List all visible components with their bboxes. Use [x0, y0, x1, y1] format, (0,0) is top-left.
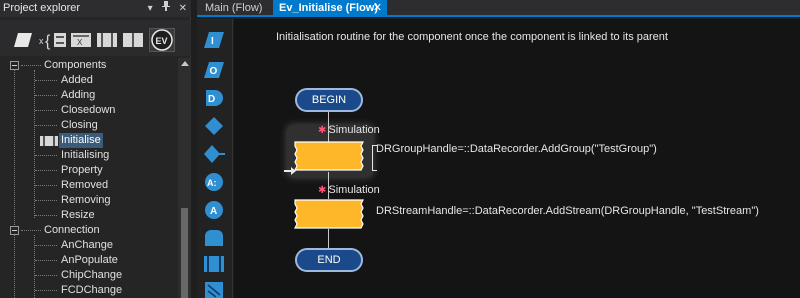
loop-icon[interactable] — [203, 227, 225, 249]
tree-item-label: Closedown — [61, 104, 116, 116]
macro-call-icon[interactable] — [203, 253, 225, 275]
flowchart-canvas[interactable]: Initialisation routine for the component… — [234, 19, 800, 298]
end-terminal[interactable]: END — [295, 248, 363, 272]
event-icon[interactable]: EV — [149, 28, 175, 52]
tree-item-removed[interactable]: Removed — [0, 178, 178, 193]
icon-palette: I O D A: A — [197, 19, 233, 298]
tree-node-label: Components — [44, 59, 107, 71]
tree-item-removing[interactable]: Removing — [0, 193, 178, 208]
simulation-star-icon: ✱ — [318, 185, 327, 196]
variable-icon[interactable]: x{ — [38, 30, 68, 50]
tree-item-fcdchange[interactable]: FCDChange — [0, 283, 178, 298]
tree-item-closing[interactable]: Closing — [0, 118, 178, 133]
svg-text:A: A — [210, 206, 217, 217]
command-code: DRStreamHandle=::DataRecorder.AddStream(… — [376, 205, 759, 217]
connection-point-icon[interactable] — [203, 279, 225, 298]
tab-label: Ev_Initialise (Flow) — [279, 2, 379, 14]
tree-item-label: AnPopulate — [61, 254, 118, 266]
switch-icon[interactable] — [203, 143, 225, 165]
begin-label: BEGIN — [311, 94, 347, 106]
tree-item-added[interactable]: Added — [0, 73, 178, 88]
calculation-command-1[interactable] — [294, 141, 364, 171]
tree-item-anpopulate[interactable]: AnPopulate — [0, 253, 178, 268]
tree-item-label: Resize — [61, 209, 95, 221]
project-explorer-toolbar: x{ X EV — [0, 20, 191, 56]
macro-description: Initialisation routine for the component… — [276, 31, 668, 43]
tree-item-adding[interactable]: Adding — [0, 88, 178, 103]
tree-item-label: FCDChange — [61, 284, 123, 296]
calculation-command-2[interactable] — [294, 199, 364, 229]
event-badge-text: EV — [156, 36, 168, 46]
command-code: DRGroupHandle=::DataRecorder.AddGroup("T… — [376, 143, 657, 155]
dropdown-icon[interactable]: ▾ — [148, 0, 153, 17]
project-tree: Components Added Adding Closedown Closin… — [0, 58, 178, 298]
tree-item-anchange[interactable]: AnChange — [0, 238, 178, 253]
input-icon[interactable]: I — [203, 29, 225, 51]
tree-item-property[interactable]: Property — [0, 163, 178, 178]
tree-node-connection[interactable]: Connection — [0, 223, 178, 238]
tree-node-components[interactable]: Components — [0, 58, 178, 73]
component-icon[interactable] — [96, 30, 118, 50]
tree-item-label: Initialise — [59, 133, 103, 148]
tree-scrollbar[interactable] — [178, 58, 191, 298]
tree-item-label: Closing — [61, 119, 98, 131]
simulation-annotation: ✱ Simulation — [318, 124, 380, 136]
tree-item-label: ChipChange — [61, 269, 123, 281]
begin-terminal[interactable]: BEGIN — [295, 88, 363, 112]
tab-close-icon[interactable]: ✕ — [373, 0, 382, 17]
collapse-icon[interactable] — [10, 226, 19, 235]
document-tabs: Main (Flow) Ev_Initialise (Flow) ✕ — [197, 0, 800, 17]
scroll-thumb[interactable] — [181, 208, 188, 298]
output-icon[interactable]: O — [203, 59, 225, 81]
scroll-up-icon[interactable] — [181, 61, 189, 66]
component-macro-icon[interactable]: A — [203, 199, 225, 221]
tree-item-label: Removed — [61, 179, 109, 191]
simulation-star-icon: ✱ — [318, 125, 327, 136]
tree-item-label: Initialising — [61, 149, 110, 161]
close-icon[interactable]: ✕ — [179, 0, 187, 17]
collapse-icon[interactable] — [10, 61, 19, 70]
tree-item-closedown[interactable]: Closedown — [0, 103, 178, 118]
svg-text:X: X — [77, 38, 83, 47]
svg-text:I: I — [211, 36, 214, 47]
calculation-icon[interactable]: A: — [203, 171, 225, 193]
svg-text:x: x — [39, 36, 44, 46]
pin-icon[interactable] — [161, 0, 170, 17]
tree-item-label: Adding — [61, 89, 96, 101]
decision-icon[interactable] — [203, 115, 225, 137]
macro-icon[interactable]: X — [70, 30, 92, 50]
tree-item-label: AnChange — [61, 239, 113, 251]
tree-node-label: Connection — [44, 224, 100, 236]
tree-item-label: Property — [61, 164, 103, 176]
svg-text:D: D — [208, 94, 215, 105]
tab-label: Main (Flow) — [205, 2, 263, 14]
tab-main-flow[interactable]: Main (Flow) — [199, 0, 270, 17]
tree-item-chipchange[interactable]: ChipChange — [0, 268, 178, 283]
tree-item-initialising[interactable]: Initialising — [0, 148, 178, 163]
simulation-annotation: ✱ Simulation — [318, 184, 380, 196]
project-explorer-panel: Project explorer ▾ ✕ x{ X EV Components … — [0, 0, 191, 298]
tree-item-label: Added — [61, 74, 93, 86]
parallelogram-icon[interactable] — [12, 30, 34, 50]
end-label: END — [317, 254, 341, 266]
delay-icon[interactable]: D — [203, 87, 225, 109]
component-alt-icon[interactable] — [122, 30, 144, 50]
arrow-right-icon — [284, 167, 296, 175]
svg-text:O: O — [210, 66, 218, 77]
app-window: Project explorer ▾ ✕ x{ X EV Components … — [0, 0, 800, 298]
tree-item-initialise[interactable]: Initialise — [0, 133, 178, 148]
project-explorer-title: Project explorer — [3, 2, 81, 14]
tab-ev-initialise-flow[interactable]: Ev_Initialise (Flow) ✕ — [273, 0, 387, 17]
svg-text:{: { — [45, 33, 51, 50]
project-explorer-titlebar: Project explorer ▾ ✕ — [0, 0, 191, 17]
tree-item-label: Removing — [61, 194, 111, 206]
tree-item-resize[interactable]: Resize — [0, 208, 178, 223]
svg-text:A:: A: — [207, 178, 217, 188]
